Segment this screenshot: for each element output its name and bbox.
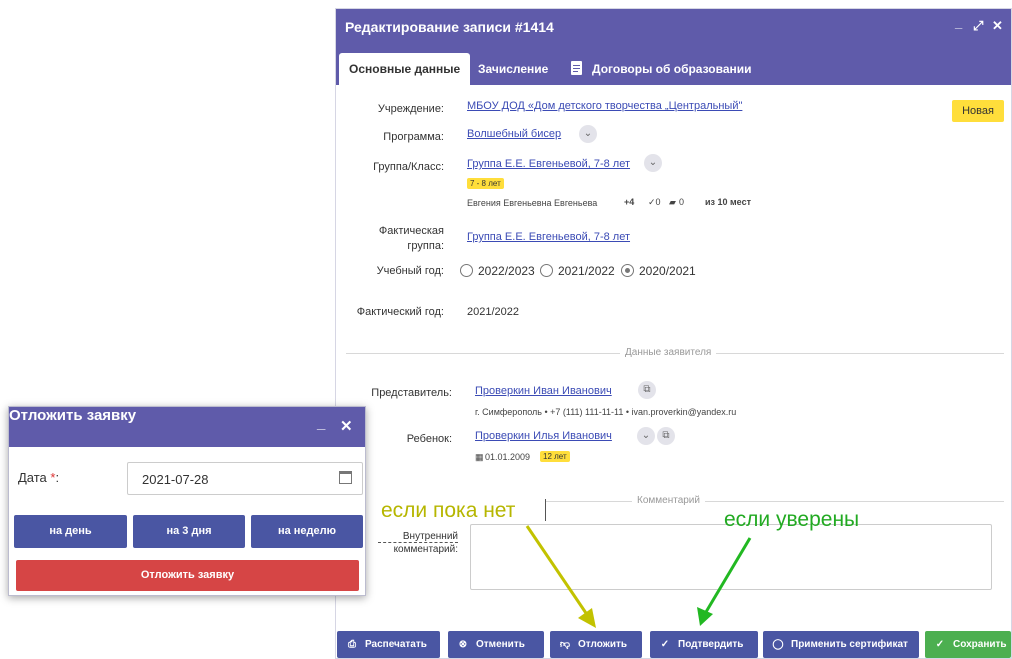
required-mark: * — [50, 470, 56, 485]
calendar-icon[interactable] — [339, 471, 352, 484]
postpone-3days-button[interactable]: на 3 дня — [133, 515, 245, 548]
date-value: 2021-07-28 — [142, 472, 209, 487]
postpone-submit-button[interactable]: Отложить заявку — [16, 560, 359, 591]
date-label: Дата *: — [18, 470, 60, 485]
postpone-week-button[interactable]: на неделю — [251, 515, 363, 548]
date-input[interactable]: 2021-07-28 — [127, 462, 363, 495]
postpone-dialog: Отложить заявку _ ✕ Дата *: 2021-07-28 н… — [8, 406, 366, 596]
postpone-day-button[interactable]: на день — [14, 515, 127, 548]
yellow-arrow-head — [578, 608, 596, 628]
green-arrow-line — [704, 537, 752, 613]
dialog-titlebar: Отложить заявку _ ✕ — [9, 407, 365, 447]
minimize-icon[interactable]: _ — [317, 415, 325, 432]
close-icon[interactable]: ✕ — [340, 417, 353, 435]
yellow-arrow-line — [525, 525, 592, 620]
green-arrow-head — [697, 607, 713, 626]
dialog-title: Отложить заявку — [9, 407, 137, 424]
